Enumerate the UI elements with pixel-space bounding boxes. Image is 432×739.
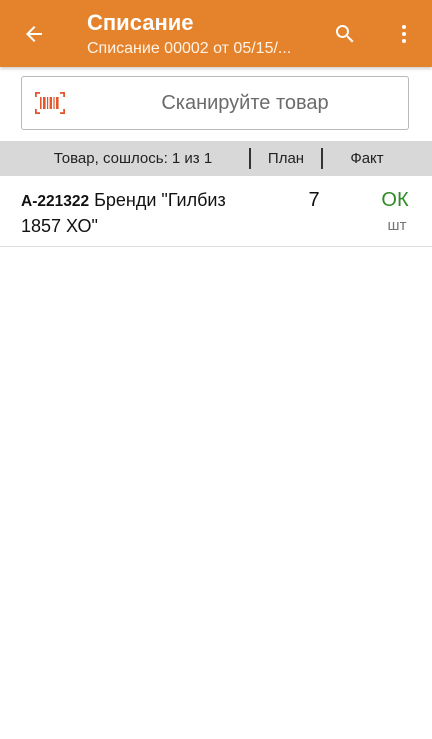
overflow-menu-button[interactable] bbox=[384, 14, 424, 54]
scan-placeholder: Сканируйте товар bbox=[161, 92, 329, 114]
barcode-icon bbox=[35, 92, 65, 114]
back-button[interactable] bbox=[14, 14, 54, 54]
scan-input[interactable]: Сканируйте товар bbox=[21, 76, 409, 130]
app-screen: Списание Списание 00002 от 05/15/... Ска… bbox=[0, 0, 432, 739]
item-plan-quantity: 7 bbox=[308, 189, 320, 211]
item-fact-status: ОК bbox=[381, 189, 409, 211]
table-header: Товар, сошлось: 1 из 1 План Факт bbox=[0, 141, 432, 176]
title-block: Списание Списание 00002 от 05/15/... bbox=[87, 8, 322, 60]
more-vert-icon bbox=[402, 25, 406, 43]
search-button[interactable] bbox=[325, 14, 365, 54]
document-subtitle: Списание 00002 от 05/15/... bbox=[87, 40, 292, 57]
search-icon bbox=[336, 25, 354, 43]
header-item-matched: Товар, сошлось: 1 из 1 bbox=[53, 150, 213, 167]
page-title: Списание bbox=[87, 10, 194, 35]
item-title: А-221322 Бренди "Гилбиз 1857 ХО" bbox=[21, 188, 256, 239]
header-plan: План bbox=[267, 150, 305, 167]
arrow-back-icon bbox=[26, 26, 42, 42]
header-fact: Факт bbox=[350, 150, 384, 167]
item-unit: шт bbox=[387, 217, 407, 234]
table-row[interactable]: А-221322 Бренди "Гилбиз 1857 ХО" 7 ОК шт bbox=[0, 176, 432, 247]
app-bar: Списание Списание 00002 от 05/15/... bbox=[0, 0, 432, 67]
item-code: А-221322 bbox=[21, 193, 90, 210]
